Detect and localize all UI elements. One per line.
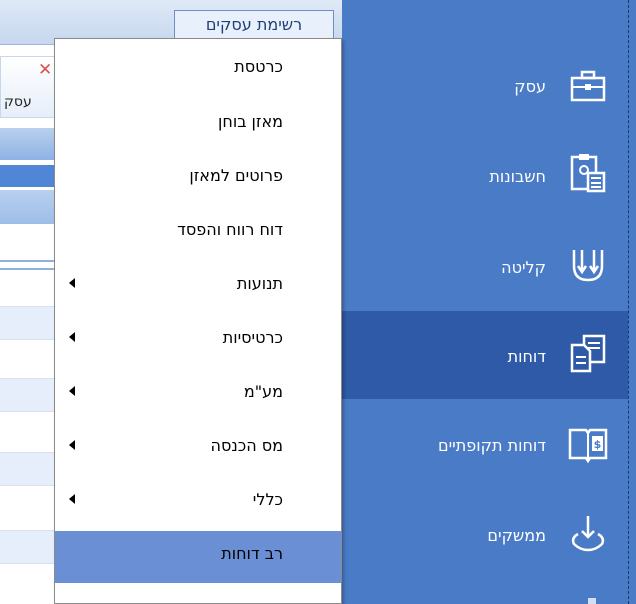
scroll-stub	[588, 598, 596, 604]
submenu-arrow-icon	[69, 332, 75, 342]
table-row[interactable]	[0, 530, 56, 564]
navigation-sidebar: עסק חשבונות קליטה דוחות $ דוחות תקופתיים…	[342, 0, 636, 604]
menu-item-label: דוח רווח והפסד	[177, 220, 283, 239]
close-icon[interactable]: ✕	[38, 62, 52, 79]
tab-business-list[interactable]: רשימת עסקים	[174, 10, 334, 39]
briefcase-icon	[570, 70, 606, 102]
sidebar-item-periodic-reports[interactable]: $ דוחות תקופתיים	[342, 400, 628, 488]
menu-item-cards[interactable]: כרטיסיות	[55, 315, 341, 365]
menu-item-label: רב דוחות	[221, 544, 283, 563]
sidebar-item-import[interactable]: קליטה	[342, 222, 628, 310]
divider	[0, 268, 56, 270]
sidebar-item-reports[interactable]: דוחות	[342, 311, 628, 399]
periodic-reports-book-icon: $	[568, 428, 608, 464]
submenu-arrow-icon	[69, 494, 75, 504]
ribbon-band	[0, 128, 56, 160]
menu-item-transactions[interactable]: תנועות	[55, 261, 341, 311]
divider	[0, 260, 56, 262]
sidebar-item-interfaces[interactable]: ממשקים	[342, 490, 628, 578]
table-row[interactable]	[0, 378, 56, 412]
menu-item-label: תנועות	[236, 274, 283, 293]
menu-item-ledger-card[interactable]: כרטסת	[55, 44, 341, 94]
menu-item-balance-details[interactable]: פרוטים למאזן	[55, 153, 341, 203]
menu-item-general[interactable]: כללי	[55, 477, 341, 527]
menu-item-label: כללי	[252, 490, 283, 509]
sidebar-item-label: דוחות	[507, 347, 546, 366]
menu-item-vat[interactable]: מע"מ	[55, 369, 341, 419]
reports-documents-icon	[570, 334, 606, 373]
menu-item-profit-loss[interactable]: דוח רווח והפסד	[55, 207, 341, 257]
menu-item-income-tax[interactable]: מס הכנסה	[55, 423, 341, 473]
submenu-arrow-icon	[69, 278, 75, 288]
sidebar-item-label: קליטה	[501, 258, 546, 277]
table-row[interactable]	[0, 306, 56, 340]
table-row[interactable]	[0, 452, 56, 486]
tab-business-label: עסק	[4, 94, 32, 110]
sidebar-item-business[interactable]: עסק	[342, 43, 628, 131]
sidebar-item-label: ממשקים	[487, 526, 546, 545]
menu-item-multi-reports[interactable]: רב דוחות	[55, 531, 341, 583]
submenu-arrow-icon	[69, 440, 75, 450]
clipboard-calculator-icon	[570, 154, 606, 193]
menu-item-label: פרוטים למאזן	[189, 166, 283, 185]
sidebar-item-accounts[interactable]: חשבונות	[342, 131, 628, 219]
ribbon-band-selected	[0, 165, 56, 187]
menu-item-trial-balance[interactable]: מאזן בוחן	[55, 99, 341, 149]
menu-item-label: כרטסת	[234, 57, 283, 76]
ribbon-band	[0, 190, 56, 224]
sidebar-item-label: חשבונות	[489, 167, 546, 186]
menu-item-label: כרטיסיות	[222, 328, 283, 347]
sidebar-item-label: דוחות תקופתיים	[437, 436, 546, 455]
reports-context-menu: כרטסת מאזן בוחן פרוטים למאזן דוח רווח וה…	[54, 38, 342, 604]
submenu-arrow-icon	[69, 386, 75, 396]
interface-download-icon	[571, 516, 605, 552]
menu-item-label: מאזן בוחן	[218, 112, 283, 131]
sidebar-border	[628, 0, 629, 604]
sidebar-item-label: עסק	[514, 77, 546, 96]
menu-item-label: מס הכנסה	[210, 436, 284, 455]
import-arrows-icon	[572, 250, 604, 282]
svg-text:$: $	[594, 438, 602, 451]
menu-item-label: מע"מ	[243, 382, 283, 401]
